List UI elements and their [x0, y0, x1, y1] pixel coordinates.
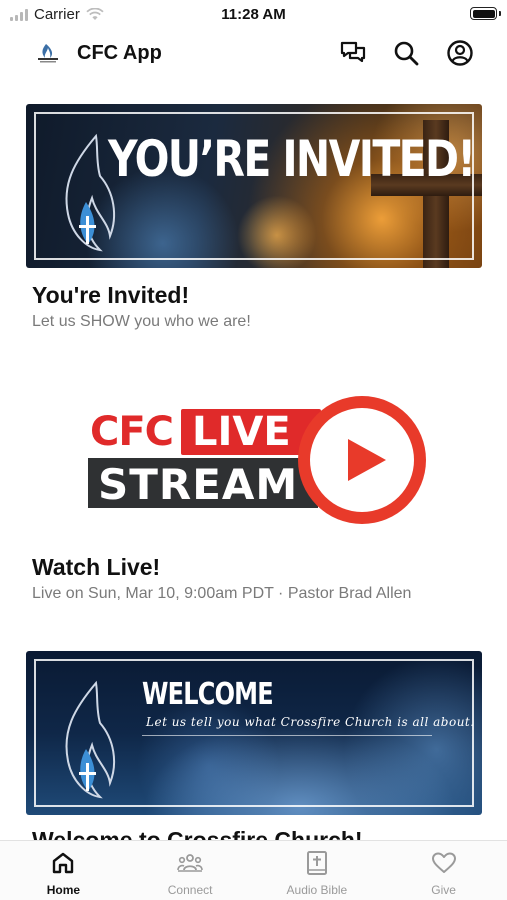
live-stream-logo[interactable]: CFC LIVE STREAM — [26, 396, 482, 536]
home-icon — [53, 852, 74, 874]
bible-icon — [306, 851, 327, 875]
tab-label: Audio Bible — [286, 883, 348, 897]
tab-label: Connect — [167, 883, 213, 897]
status-time: 11:28 AM — [221, 6, 286, 23]
app-logo-icon — [38, 44, 58, 63]
tab-label: Home — [46, 883, 81, 897]
welcome-banner-text: WELCOME — [142, 677, 274, 712]
tab-home[interactable]: Home — [0, 841, 127, 900]
feed-card-live[interactable]: CFC LIVE STREAM Watch Live! Live on Sun,… — [26, 396, 482, 603]
heart-icon — [431, 852, 456, 873]
status-bar: Carrier 11:28 AM — [0, 0, 507, 30]
tab-bar: Home Connect Audio Bible Give — [0, 840, 507, 900]
tab-label: Give — [431, 883, 456, 897]
content-feed[interactable]: YOU’RE INVITED! You're Invited! Let us S… — [0, 76, 507, 840]
welcome-banner-subtext: Let us tell you what Crossfire Church is… — [146, 715, 475, 729]
stream-logo-text: STREAM — [98, 460, 299, 509]
invited-banner-text: YOU’RE INVITED! — [108, 130, 476, 188]
welcome-banner-image[interactable]: WELCOME Let us tell you what Crossfire C… — [26, 651, 482, 815]
feed-card-welcome[interactable]: WELCOME Let us tell you what Crossfire C… — [26, 651, 482, 840]
search-icon[interactable] — [392, 39, 420, 67]
tab-connect[interactable]: Connect — [127, 841, 254, 900]
feed-card-invited[interactable]: YOU’RE INVITED! You're Invited! Let us S… — [26, 104, 482, 331]
tab-give[interactable]: Give — [380, 841, 507, 900]
card-title: Watch Live! — [32, 554, 161, 580]
cfc-logo-text: CFC — [90, 409, 174, 455]
tab-audio-bible[interactable]: Audio Bible — [254, 841, 381, 900]
live-logo-text: LIVE — [192, 409, 291, 455]
card-title: You're Invited! — [32, 282, 190, 308]
app-header: CFC App — [0, 30, 507, 76]
card-subtitle: Let us SHOW you who we are! — [32, 313, 251, 330]
card-title: Welcome to Crossfire Church! — [32, 827, 363, 840]
card-subtitle: Live on Sun, Mar 10, 9:00am PDT · Pastor… — [32, 585, 412, 602]
account-icon[interactable] — [446, 39, 474, 67]
battery-icon — [470, 7, 497, 20]
invited-banner-image[interactable]: YOU’RE INVITED! — [26, 104, 482, 268]
app-title: CFC App — [77, 42, 162, 64]
people-icon — [177, 854, 203, 872]
chat-icon[interactable] — [339, 39, 367, 67]
